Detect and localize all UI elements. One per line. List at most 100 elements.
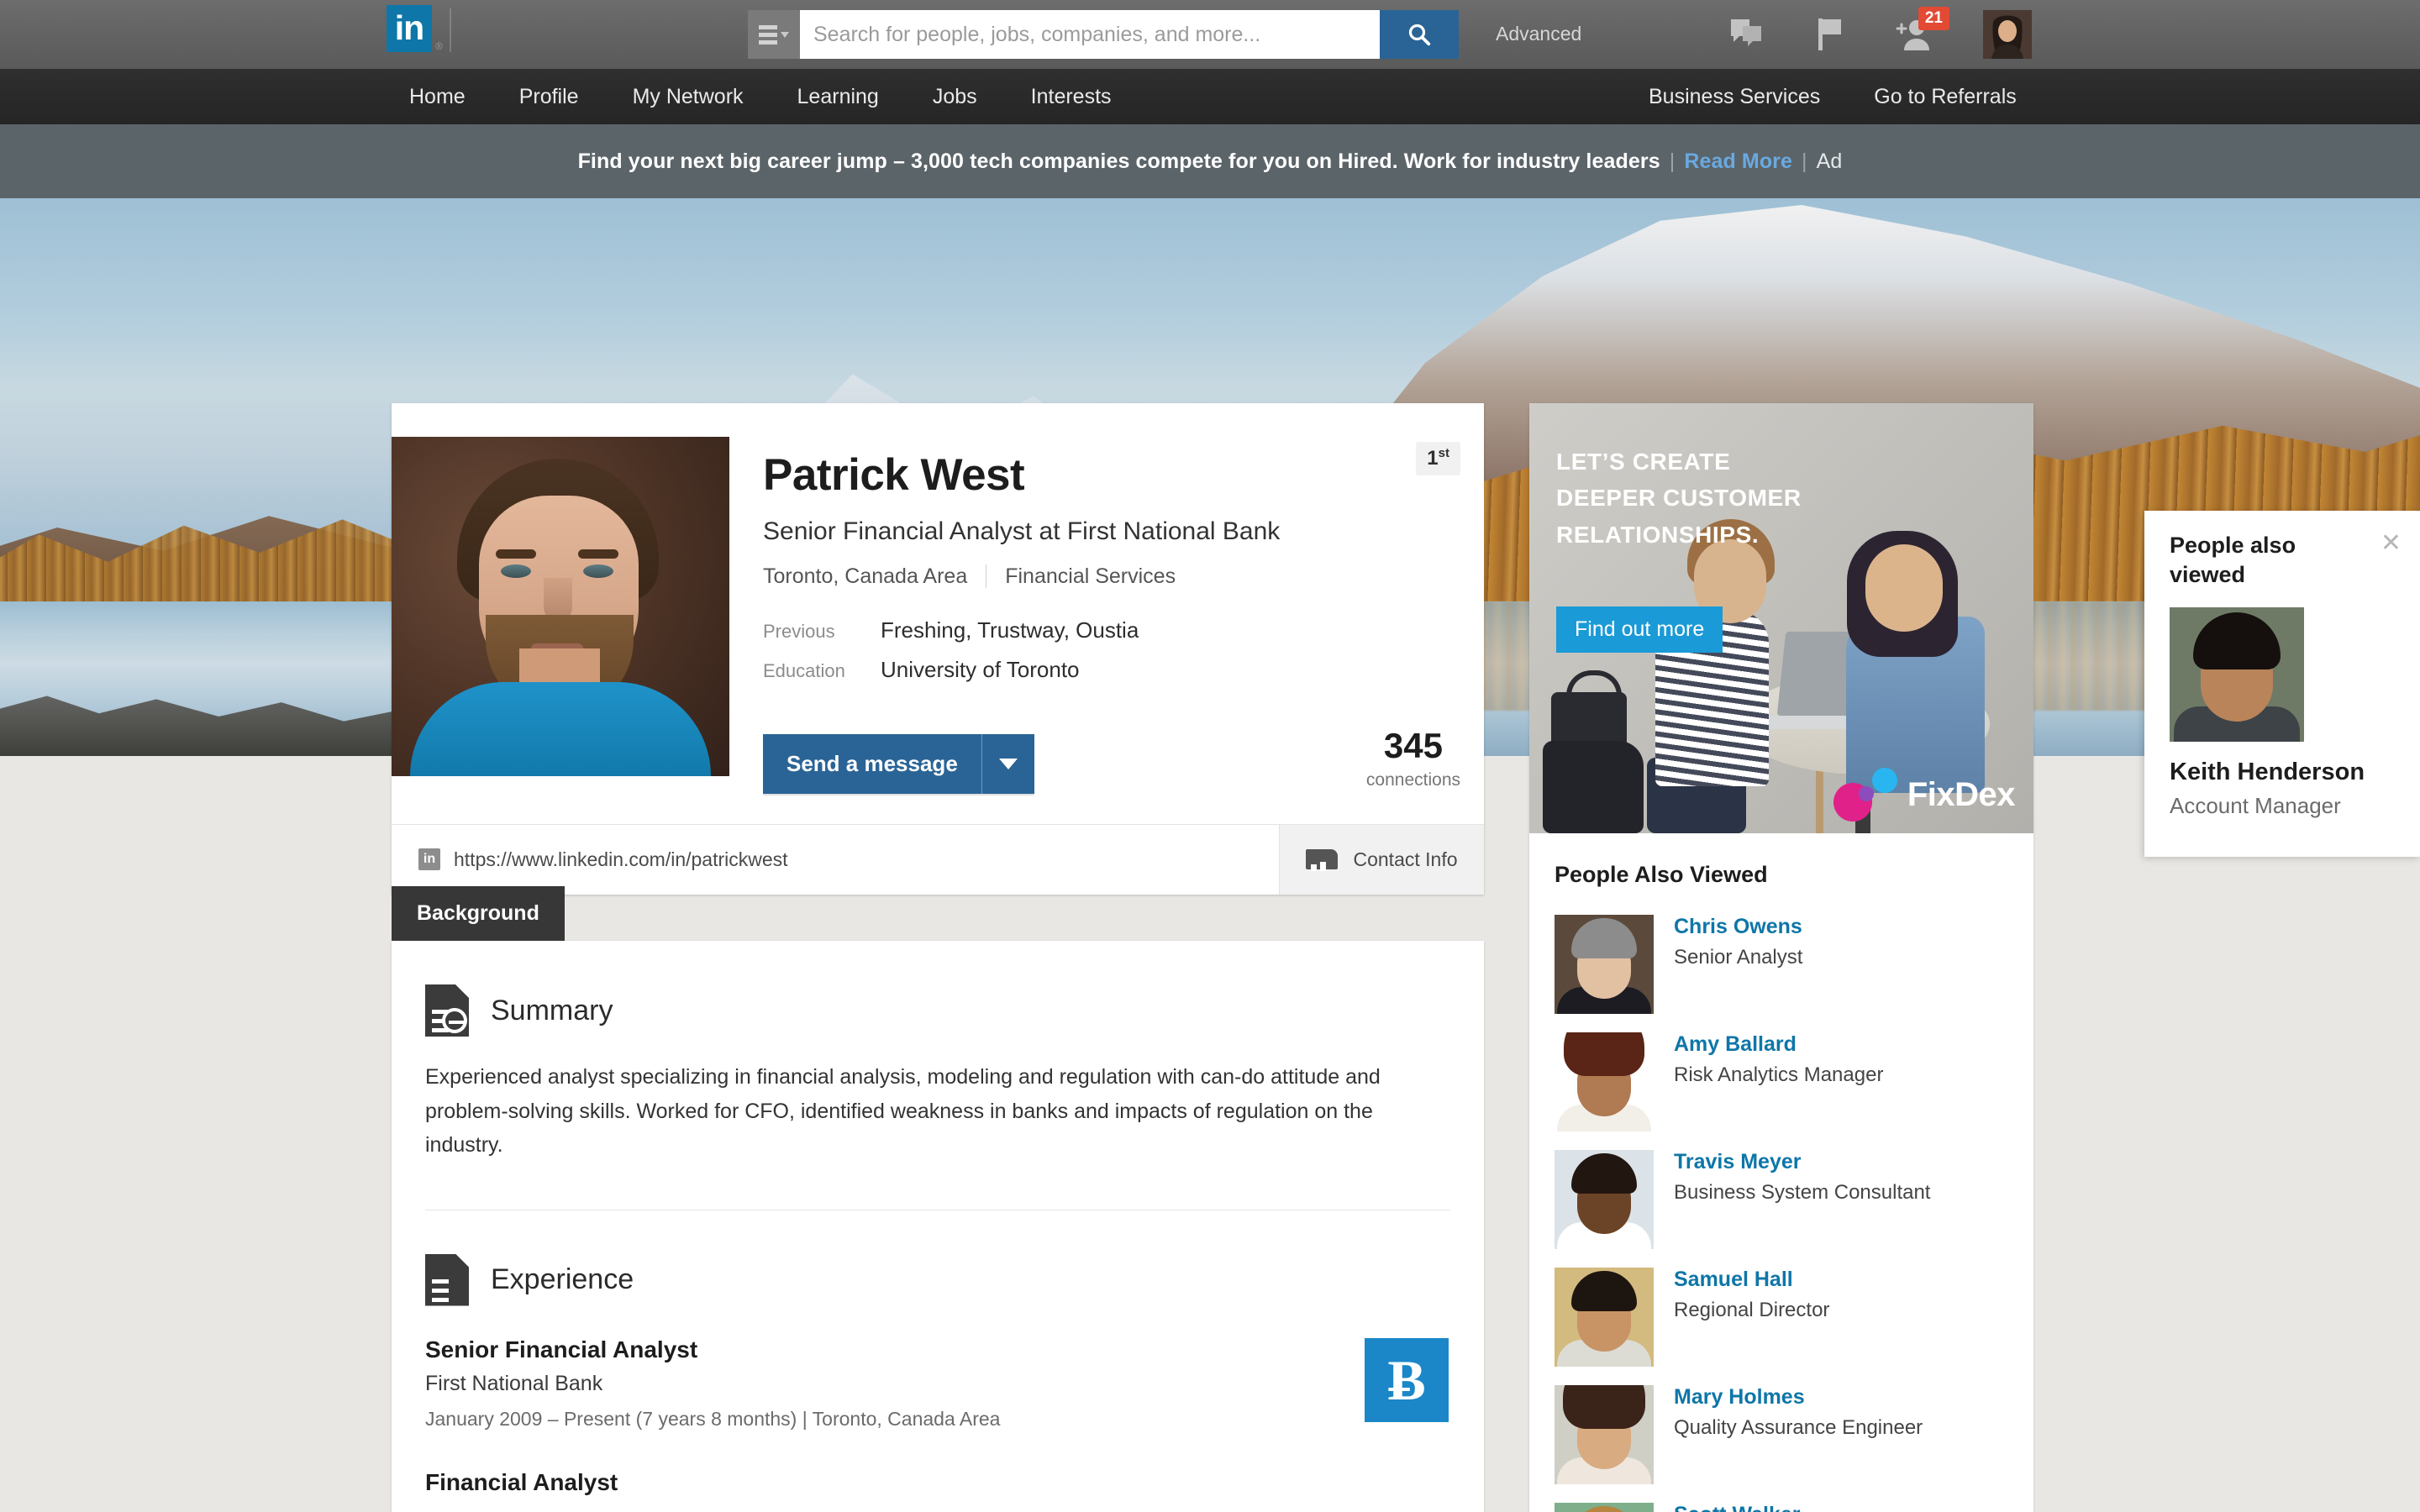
profile-photo-brow-left <box>496 549 536 559</box>
nav-item-go-to-referrals[interactable]: Go to Referrals <box>1847 69 2044 124</box>
nav-item-home[interactable]: Home <box>382 69 492 124</box>
list-item[interactable]: Scott Walker <box>1555 1494 2008 1512</box>
messages-glyph <box>1728 18 1765 51</box>
flag-glyph <box>1816 17 1844 52</box>
profile-meta-table: Previous Freshing, Trustway, Oustia Educ… <box>763 617 1484 683</box>
avatar <box>1555 915 1654 1014</box>
profile-meta-row-previous: Previous Freshing, Trustway, Oustia <box>763 617 1484 643</box>
right-rail: LET’S CREATE DEEPER CUSTOMER RELATIONSHI… <box>1529 403 2033 1512</box>
advanced-search-link[interactable]: Advanced <box>1496 23 1581 45</box>
avatar <box>1555 1385 1654 1484</box>
list-item[interactable]: Chris Owens Senior Analyst <box>1555 906 2008 1024</box>
list-item-name[interactable]: Mary Holmes <box>1674 1385 1923 1410</box>
send-message-dropdown[interactable] <box>982 734 1034 794</box>
rail-ad-coat <box>1543 741 1644 833</box>
summary-title: Summary <box>491 995 613 1027</box>
nav-right-group: Business Services Go to Referrals <box>1622 69 2044 124</box>
nav-left-group: Home Profile My Network Learning Jobs In… <box>382 69 1139 124</box>
rail-ad-cta-button[interactable]: Find out more <box>1556 606 1723 653</box>
experience-dates-location: January 2009 – Present (7 years 8 months… <box>425 1408 1444 1431</box>
tab-background[interactable]: Background <box>392 886 565 941</box>
search-facet-dropdown[interactable] <box>748 10 800 59</box>
search-button[interactable] <box>1380 10 1459 59</box>
public-url-row: in https://www.linkedin.com/in/patrickwe… <box>392 824 1484 895</box>
list-item[interactable]: Mary Holmes Quality Assurance Engineer <box>1555 1377 2008 1494</box>
profile-photo-eye-right <box>583 564 613 578</box>
linkedin-profile-page: in ® Advanced <box>0 0 2420 1512</box>
rail-advertisement[interactable]: LET’S CREATE DEEPER CUSTOMER RELATIONSHI… <box>1529 403 2033 833</box>
profile-photo[interactable] <box>392 437 729 776</box>
header-divider <box>450 8 451 52</box>
avatar[interactable] <box>1983 10 2032 59</box>
chevron-down-icon <box>781 32 789 38</box>
list-item-name[interactable]: Travis Meyer <box>1674 1150 1930 1174</box>
experience-job-title: Senior Financial Analyst <box>425 1336 1444 1363</box>
popup-title: People also viewed <box>2170 531 2338 589</box>
list-item[interactable]: Amy Ballard Risk Analytics Manager <box>1555 1024 2008 1142</box>
fixdex-logo-icon <box>1833 768 1897 822</box>
list-item[interactable]: Samuel Hall Regional Director <box>1555 1259 2008 1377</box>
experience-header: Experience <box>392 1210 1484 1306</box>
flag-notifications-icon[interactable] <box>1807 8 1854 60</box>
company-logo-glyph: Ƀ <box>1387 1352 1425 1409</box>
send-message-button[interactable]: Send a message <box>763 734 1034 794</box>
sponsored-banner-link[interactable]: Read More <box>1684 150 1792 174</box>
search-input[interactable] <box>800 10 1380 59</box>
summary-text: Experienced analyst specializing in fina… <box>425 1060 1444 1163</box>
people-also-viewed-popup: People also viewed ✕ Keith Henderson Acc… <box>2144 511 2420 857</box>
list-item[interactable]: Travis Meyer Business System Consultant <box>1555 1142 2008 1259</box>
list-item-name[interactable]: Samuel Hall <box>1674 1268 1829 1292</box>
public-profile-url[interactable]: https://www.linkedin.com/in/patrickwest <box>454 848 788 871</box>
send-message-label: Send a message <box>763 734 981 794</box>
list-item-name[interactable]: Chris Owens <box>1674 915 1802 939</box>
nav-item-profile[interactable]: Profile <box>492 69 606 124</box>
company-logo[interactable]: Ƀ <box>1365 1338 1449 1422</box>
avatar <box>1555 1150 1654 1249</box>
nav-item-business-services[interactable]: Business Services <box>1622 69 1847 124</box>
close-icon[interactable]: ✕ <box>2381 531 2402 556</box>
avatar <box>1555 1503 1654 1512</box>
nav-item-learning[interactable]: Learning <box>771 69 906 124</box>
sponsored-banner: Find your next big career jump – 3,000 t… <box>0 124 2420 198</box>
list-item-role: Senior Analyst <box>1674 946 1802 969</box>
public-url-left: in https://www.linkedin.com/in/patrickwe… <box>392 825 1279 895</box>
list-item-role: Quality Assurance Engineer <box>1674 1416 1923 1440</box>
experience-title: Experience <box>491 1263 634 1296</box>
linkedin-logo[interactable]: in ® <box>387 5 432 52</box>
popup-person-name[interactable]: Keith Henderson <box>2170 759 2420 786</box>
profile-photo-wrapper <box>392 403 729 794</box>
rail-ad-brand-name: FixDex <box>1907 776 2015 814</box>
popup-person-role: Account Manager <box>2170 793 2420 819</box>
sponsored-banner-text: Find your next big career jump – 3,000 t… <box>578 150 1660 174</box>
people-also-viewed-panel: People Also Viewed Chris Owens Senior An… <box>1529 833 2033 1512</box>
chevron-down-icon <box>999 759 1018 769</box>
nav-item-interests[interactable]: Interests <box>1004 69 1139 124</box>
list-item-name[interactable]: Amy Ballard <box>1674 1032 1883 1057</box>
meta-value-education: University of Toronto <box>881 657 1080 683</box>
nav-item-my-network[interactable]: My Network <box>606 69 771 124</box>
add-connections-icon[interactable]: 21 <box>1891 8 1938 60</box>
background-section: Background Summary Experienced analyst s… <box>392 886 1484 1512</box>
list-item-role: Business System Consultant <box>1674 1181 1930 1205</box>
contact-card-icon <box>1306 848 1338 871</box>
profile-photo-shirt <box>410 682 711 776</box>
me-avatar-image <box>1983 10 2032 59</box>
rail-ad-headline-line3: RELATIONSHIPS. <box>1556 517 1802 553</box>
nav-item-jobs[interactable]: Jobs <box>906 69 1004 124</box>
registered-mark: ® <box>435 40 443 52</box>
rail-ad-headline: LET’S CREATE DEEPER CUSTOMER RELATIONSHI… <box>1556 444 1802 553</box>
list-item-name[interactable]: Scott Walker <box>1674 1503 1801 1512</box>
avatar[interactable] <box>2170 607 2304 742</box>
profile-card: 1st Patrick West Senior Financial Analys… <box>392 403 1484 895</box>
global-header: in ® Advanced <box>0 0 2420 69</box>
meta-label-previous: Previous <box>763 621 881 643</box>
profile-photo-brow-right <box>578 549 618 559</box>
connections-block[interactable]: 345 connections <box>1366 728 1484 794</box>
contact-info-label: Contact Info <box>1353 848 1457 871</box>
primary-nav: Home Profile My Network Learning Jobs In… <box>0 69 2420 124</box>
linkedin-mini-icon: in <box>418 848 440 870</box>
contact-info-button[interactable]: Contact Info <box>1279 825 1484 895</box>
messages-icon[interactable] <box>1723 8 1770 60</box>
avatar <box>1555 1268 1654 1367</box>
rail-ad-headline-line1: LET’S CREATE <box>1556 444 1802 480</box>
